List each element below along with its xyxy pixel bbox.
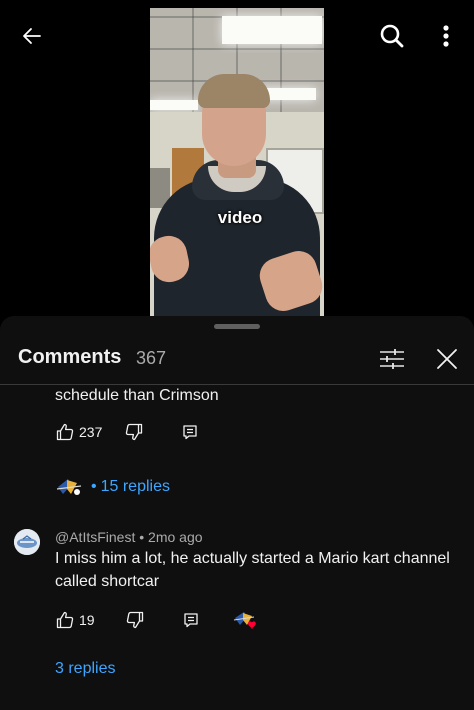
drag-handle[interactable] [214, 324, 260, 329]
replies-count-link[interactable]: 15 replies [101, 478, 170, 496]
comment-actions: 237 [55, 419, 222, 445]
comments-title: Comments [18, 346, 122, 368]
creator-avatar [55, 476, 85, 498]
creator-heart-badge [233, 609, 261, 631]
comment-author[interactable]: @AtItsFinest [55, 529, 135, 545]
thumbs-up-icon [55, 610, 75, 630]
close-comments-button[interactable] [432, 344, 462, 374]
more-options-button[interactable] [430, 18, 462, 54]
view-replies-button[interactable]: 3 replies [55, 660, 115, 678]
thumbs-up-icon [55, 422, 75, 442]
back-button[interactable] [14, 18, 50, 54]
like-button[interactable]: 237 [55, 422, 102, 442]
comment-age: 2mo ago [148, 529, 203, 545]
comment-text: schedule than Crimson [55, 387, 219, 404]
person-hair [198, 74, 270, 108]
comment-meta: @AtItsFinest • 2mo ago [55, 529, 203, 545]
shorts-comments-screen: video Comments 367 schedule than Crimson… [0, 0, 474, 710]
comments-header: Comments 367 [0, 338, 474, 382]
view-replies-button[interactable]: • 15 replies [55, 476, 170, 498]
reply-button[interactable] [181, 610, 201, 630]
replies-separator: • [91, 478, 97, 495]
thumbs-down-icon [125, 610, 145, 630]
like-count: 237 [79, 424, 103, 440]
replies-count-link[interactable]: 3 replies [55, 660, 115, 678]
search-icon [380, 24, 404, 48]
video-player[interactable]: video [0, 0, 474, 316]
close-icon [437, 349, 457, 369]
user-avatar[interactable] [14, 529, 40, 555]
comments-count: 367 [136, 348, 167, 368]
reply-comment-icon [181, 610, 201, 630]
comment-text: I miss him a lot, he actually started a … [55, 550, 450, 590]
comments-sheet: Comments 367 schedule than Crimson 237 •… [0, 316, 474, 710]
video-caption: video [217, 208, 263, 227]
sort-filter-button[interactable] [376, 344, 408, 374]
heart-icon [247, 621, 256, 629]
reply-button[interactable] [180, 422, 200, 442]
arrow-left-icon [23, 28, 41, 44]
search-button[interactable] [374, 18, 410, 54]
meta-separator: • [139, 529, 145, 545]
dislike-button[interactable] [124, 422, 144, 442]
like-count: 19 [79, 612, 95, 628]
reply-comment-icon [180, 422, 200, 442]
thumbs-down-icon [124, 422, 144, 442]
like-button[interactable]: 19 [55, 610, 95, 630]
sliders-icon [380, 349, 404, 369]
more-vertical-icon [443, 25, 449, 47]
video-frame[interactable]: video [150, 8, 324, 316]
dislike-button[interactable] [125, 610, 145, 630]
ceiling-light [222, 16, 322, 44]
ceiling-light [150, 100, 198, 110]
comment-actions: 19 [55, 607, 283, 633]
